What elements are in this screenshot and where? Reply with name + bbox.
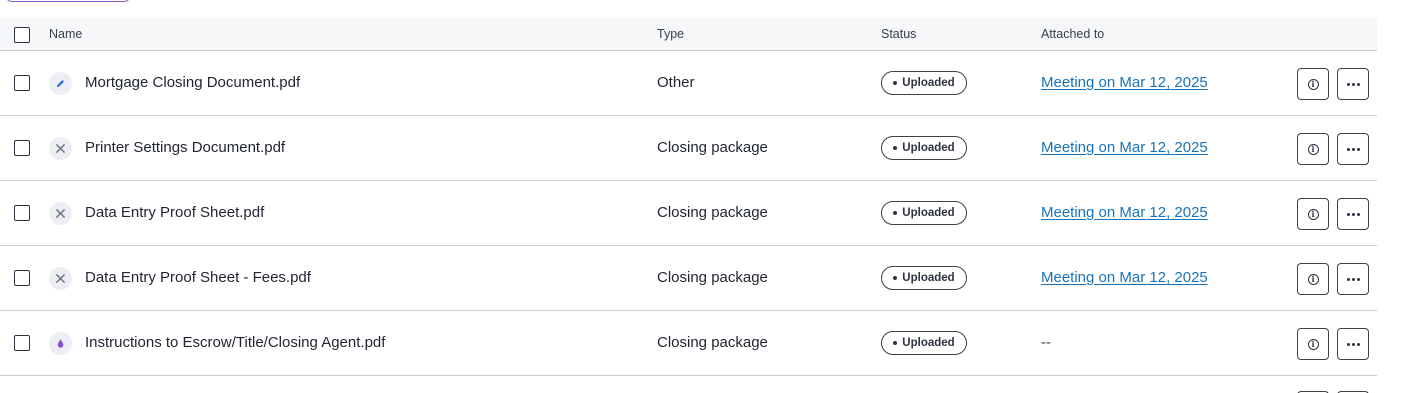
attached-to-empty: -- (1041, 334, 1051, 351)
row-checkbox[interactable] (14, 335, 30, 351)
table-row (0, 376, 1377, 393)
table-row: Instructions to Escrow/Title/Closing Age… (0, 311, 1377, 376)
document-type: Closing package (657, 334, 768, 351)
drop-icon (49, 332, 72, 355)
top-action-button[interactable] (5, 0, 131, 2)
more-actions-button[interactable] (1337, 328, 1369, 360)
ellipsis-icon (1346, 277, 1360, 281)
row-checkbox[interactable] (14, 205, 30, 221)
documents-panel: Name Type Status Attached to Mortgage Cl… (0, 0, 1421, 393)
attached-to-link[interactable]: Meeting on Mar 12, 2025 (1041, 139, 1208, 156)
document-type: Closing package (657, 269, 768, 286)
info-icon: i (1307, 273, 1319, 285)
document-type: Closing package (657, 139, 768, 156)
status-label: Uploaded (902, 337, 955, 349)
info-icon: i (1307, 143, 1319, 155)
table-row: Data Entry Proof Sheet - Fees.pdf Closin… (0, 246, 1377, 311)
row-checkbox[interactable] (14, 140, 30, 156)
row-checkbox[interactable] (14, 270, 30, 286)
column-header-type[interactable]: Type (657, 27, 684, 41)
select-all-checkbox[interactable] (14, 27, 30, 43)
status-badge: Uploaded (881, 136, 967, 160)
info-icon: i (1307, 78, 1319, 90)
document-type: Closing package (657, 204, 768, 221)
document-name[interactable]: Mortgage Closing Document.pdf (85, 74, 300, 91)
info-icon: i (1307, 208, 1319, 220)
status-badge: Uploaded (881, 266, 967, 290)
status-label: Uploaded (902, 272, 955, 284)
documents-table: Name Type Status Attached to Mortgage Cl… (0, 18, 1377, 393)
attached-to-link[interactable]: Meeting on Mar 12, 2025 (1041, 74, 1208, 91)
status-badge: Uploaded (881, 201, 967, 225)
info-button[interactable]: i (1297, 68, 1329, 100)
info-button[interactable]: i (1297, 133, 1329, 165)
pencil-icon (49, 72, 72, 95)
more-actions-button[interactable] (1337, 68, 1369, 100)
ellipsis-icon (1346, 342, 1360, 346)
status-label: Uploaded (902, 77, 955, 89)
column-header-name[interactable]: Name (49, 27, 82, 41)
ellipsis-icon (1346, 147, 1360, 151)
more-actions-button[interactable] (1337, 133, 1369, 165)
ellipsis-icon (1346, 212, 1360, 216)
tools-icon (49, 202, 72, 225)
info-icon: i (1307, 338, 1319, 350)
more-actions-button[interactable] (1337, 198, 1369, 230)
table-header: Name Type Status Attached to (0, 18, 1377, 51)
document-name[interactable]: Data Entry Proof Sheet.pdf (85, 204, 264, 221)
document-name[interactable]: Printer Settings Document.pdf (85, 139, 285, 156)
table-row: Mortgage Closing Document.pdf Other Uplo… (0, 51, 1377, 116)
table-row: Data Entry Proof Sheet.pdf Closing packa… (0, 181, 1377, 246)
attached-to-link[interactable]: Meeting on Mar 12, 2025 (1041, 269, 1208, 286)
status-badge: Uploaded (881, 331, 967, 355)
document-type: Other (657, 74, 695, 91)
info-button[interactable]: i (1297, 328, 1329, 360)
status-badge: Uploaded (881, 71, 967, 95)
tools-icon (49, 137, 72, 160)
table-row: Printer Settings Document.pdf Closing pa… (0, 116, 1377, 181)
attached-to-link[interactable]: Meeting on Mar 12, 2025 (1041, 204, 1208, 221)
tools-icon (49, 267, 72, 290)
more-actions-button[interactable] (1337, 263, 1369, 295)
info-button[interactable]: i (1297, 198, 1329, 230)
status-label: Uploaded (902, 207, 955, 219)
column-header-attached-to[interactable]: Attached to (1041, 27, 1104, 41)
ellipsis-icon (1346, 82, 1360, 86)
document-name[interactable]: Data Entry Proof Sheet - Fees.pdf (85, 269, 311, 286)
info-button[interactable]: i (1297, 263, 1329, 295)
column-header-status[interactable]: Status (881, 27, 916, 41)
row-checkbox[interactable] (14, 75, 30, 91)
status-label: Uploaded (902, 142, 955, 154)
document-name[interactable]: Instructions to Escrow/Title/Closing Age… (85, 334, 385, 351)
